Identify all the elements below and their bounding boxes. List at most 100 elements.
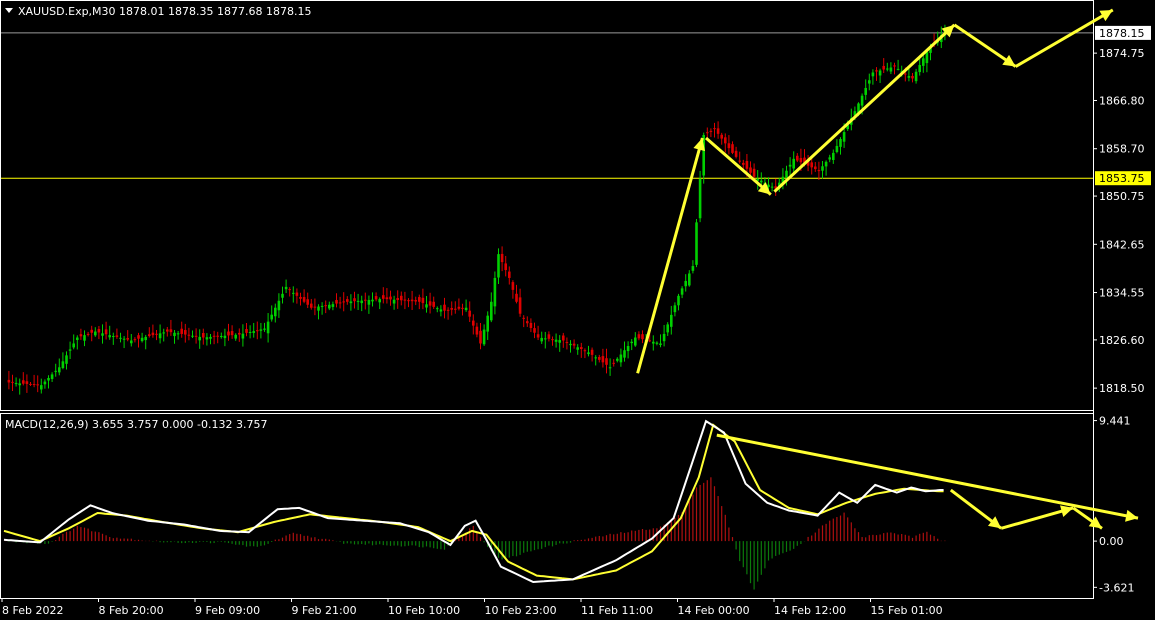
candle-body — [50, 374, 54, 379]
candle-body — [360, 300, 363, 304]
candle-body — [227, 331, 230, 336]
candle-body — [540, 337, 543, 342]
candle-body — [176, 333, 180, 335]
candle-body — [580, 347, 583, 349]
candle-body — [104, 329, 108, 335]
symbol-header: XAUUSD.Exp,M30 1878.01 1878.35 1877.68 1… — [18, 5, 311, 18]
candle-body — [508, 271, 511, 278]
candle-body — [421, 297, 425, 304]
candle-body — [234, 334, 237, 339]
candle-body — [886, 68, 889, 70]
candle-body — [511, 282, 515, 290]
candle-body — [691, 266, 695, 271]
candle-body — [288, 289, 291, 291]
macd-main-line[interactable] — [3, 419, 944, 584]
candle-body — [47, 378, 50, 381]
candle-body — [40, 385, 43, 390]
candle-body — [670, 314, 673, 327]
candle-body — [554, 339, 558, 342]
candle-body — [266, 321, 270, 334]
candle-body — [356, 300, 360, 302]
candle-body — [270, 314, 273, 320]
candle-body — [871, 72, 875, 77]
candle-body — [500, 253, 504, 263]
candle-body — [832, 152, 835, 160]
candle-body — [673, 305, 677, 313]
candle-body — [522, 317, 525, 319]
chart-menu-triangle-icon[interactable] — [5, 8, 13, 13]
candle-body — [666, 324, 669, 333]
candle-body — [742, 162, 745, 165]
candle-body — [565, 342, 569, 344]
candle-body — [526, 321, 529, 324]
candle-body — [382, 295, 385, 299]
candle-body — [18, 383, 21, 386]
macd-trendline[interactable] — [716, 433, 1139, 520]
candle-body — [824, 161, 828, 167]
candle-body — [130, 340, 133, 344]
time-tick-label: 8 Feb 20:00 — [99, 604, 164, 617]
candle-body — [457, 306, 461, 309]
macd-plot-area[interactable] — [3, 419, 1139, 590]
candle-body — [767, 184, 770, 187]
macd-pane-frame — [0, 413, 1094, 599]
candle-body — [220, 336, 223, 338]
candle-body — [720, 134, 723, 139]
macd-tick-label: -3.621 — [1099, 581, 1134, 594]
price-plot-area[interactable] — [1, 8, 1114, 395]
candle-body — [230, 331, 234, 336]
candle-body — [212, 335, 216, 337]
time-tick-label: 8 Feb 2022 — [2, 604, 63, 617]
candle-body — [187, 334, 191, 336]
candle-body — [396, 298, 399, 300]
candle-body — [65, 355, 68, 364]
candle-body — [126, 338, 129, 340]
candle-body — [497, 254, 500, 278]
candle-body — [626, 346, 630, 352]
time-tick-label: 11 Feb 11:00 — [581, 604, 653, 617]
candle-body — [439, 309, 443, 312]
candle-body — [490, 301, 493, 321]
macd-signal-line[interactable] — [3, 423, 944, 581]
price-arrow-3[interactable] — [773, 23, 956, 193]
candle-body — [464, 307, 468, 311]
candle-body — [320, 305, 324, 307]
time-tick-label: 10 Feb 23:00 — [485, 604, 557, 617]
candle-body — [864, 87, 867, 95]
candle-body — [878, 70, 882, 76]
candle-body — [590, 349, 594, 355]
candle-body — [216, 335, 219, 337]
candle-body — [410, 299, 414, 302]
candle-body — [493, 277, 497, 307]
candle-body — [677, 295, 680, 306]
candle-body — [587, 352, 590, 355]
candle-body — [569, 343, 572, 346]
candle-body — [241, 333, 245, 339]
candle-body — [259, 329, 263, 331]
candle-body — [760, 180, 763, 183]
candle-body — [792, 158, 795, 169]
candle-body — [529, 322, 533, 328]
time-axis: 8 Feb 2022 8 Feb 20:00 9 Feb 09:00 9 Feb 21… — [1, 598, 943, 617]
candle-body — [277, 300, 281, 311]
price-tick-label: 1858.70 — [1099, 143, 1145, 156]
candle-body — [814, 166, 817, 170]
price-arrow-2[interactable] — [705, 136, 772, 196]
price-tick-label: 1818.50 — [1099, 382, 1145, 395]
candle-body — [551, 339, 554, 341]
candle-body — [724, 137, 727, 144]
price-arrow-1[interactable] — [636, 137, 704, 374]
candle-body — [252, 331, 255, 333]
candle-body — [533, 328, 536, 333]
candle-body — [734, 150, 738, 157]
candle-body — [158, 333, 162, 339]
candle-body — [641, 334, 644, 340]
candle-body — [558, 340, 561, 343]
candle-body — [475, 326, 479, 335]
candle-body — [22, 380, 25, 384]
price-pane-frame — [0, 0, 1094, 411]
candle-body — [274, 307, 277, 317]
candle-body — [68, 349, 72, 351]
candle-body — [659, 343, 662, 345]
candle-body — [414, 300, 417, 302]
